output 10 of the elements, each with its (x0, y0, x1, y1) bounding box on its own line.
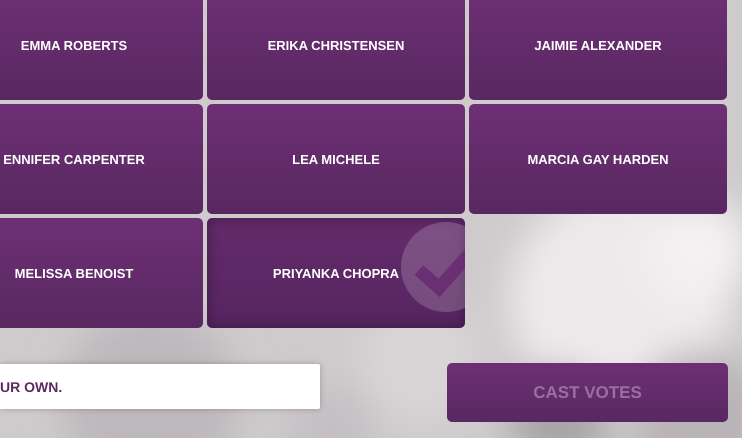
write-in-field[interactable]: UR OWN. (0, 364, 320, 409)
candidate-button[interactable]: ENNIFER CARPENTER (0, 104, 203, 214)
candidate-button[interactable]: MELISSA BENOIST (0, 218, 203, 328)
checkmark-icon (401, 222, 465, 312)
candidate-button[interactable]: JAIMIE ALEXANDER (469, 0, 727, 100)
candidate-button[interactable]: EMMA ROBERTS (0, 0, 203, 100)
candidate-button[interactable]: MARCIA GAY HARDEN (469, 104, 727, 214)
candidate-button[interactable]: ERIKA CHRISTENSEN (207, 0, 465, 100)
candidate-button[interactable]: LEA MICHELE (207, 104, 465, 214)
candidate-button[interactable]: PRIYANKA CHOPRA (207, 218, 465, 328)
